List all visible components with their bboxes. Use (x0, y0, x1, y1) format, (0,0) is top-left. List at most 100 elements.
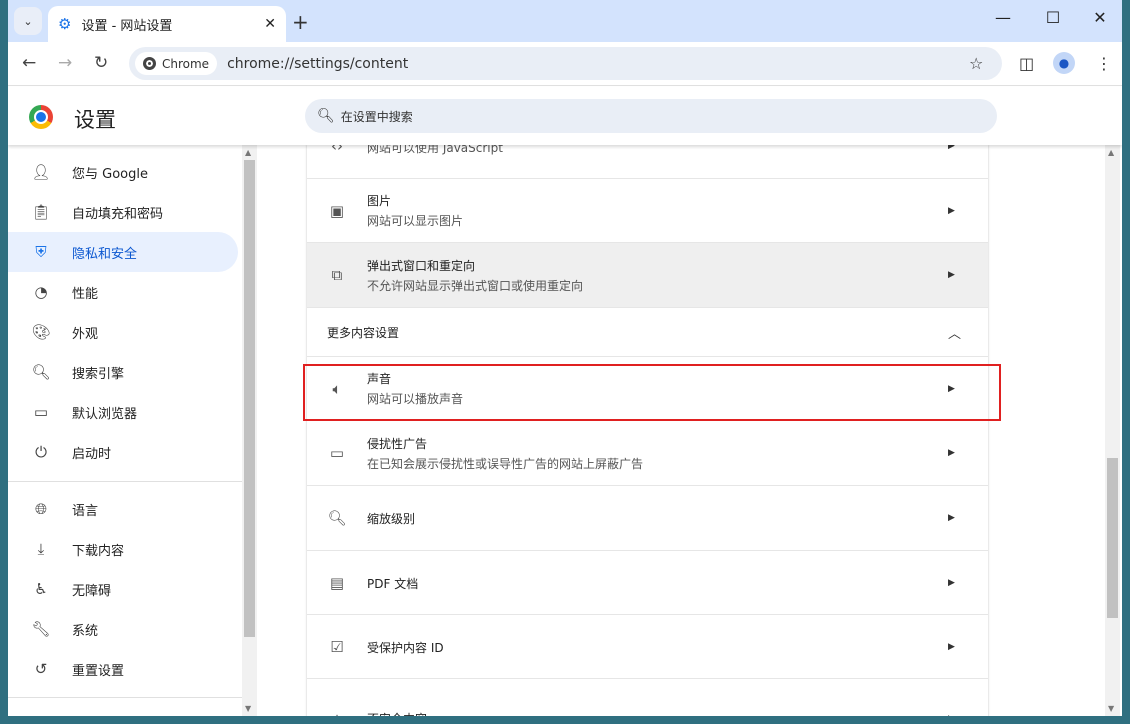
sidebar-item-label: 默认浏览器 (72, 406, 138, 422)
sidebar-item[interactable]: 📋︎ 自动填充和密码 (8, 192, 238, 232)
shield-icon: ⛨ (35, 243, 47, 261)
scroll-down-arrow-icon[interactable]: ▼ (1108, 704, 1114, 713)
content-setting-row[interactable]: ▣ 图片 网站可以显示图片 ▶ (307, 178, 988, 242)
sidebar-item-label: 外观 (72, 326, 99, 342)
scroll-down-arrow-icon[interactable]: ▼ (245, 704, 251, 713)
sidebar-item[interactable]: ↺ 重置设置 (8, 649, 238, 689)
content-settings-card: ‹› 网站可以使用 JavaScript ▶ ▣ 图片 网站可以显示图片 ▶ ⧉ 弹出式窗口和重… (307, 113, 988, 716)
sidebar-scrollbar[interactable]: ▲ ▼ (242, 145, 257, 716)
content-setting-row[interactable]: ▤ PDF 文档 ▶ (307, 550, 988, 615)
chevron-right-icon: ▶ (948, 205, 955, 216)
chrome-logo (29, 105, 53, 129)
chip-label: Chrome (162, 56, 210, 71)
wrench-icon: 🔧︎ (31, 620, 51, 638)
side-panel-icon[interactable]: ◫ (1019, 54, 1034, 73)
new-tab-button[interactable]: + (292, 10, 309, 34)
search-icon: 🔍︎ (31, 363, 51, 381)
chevron-right-icon: ▶ (948, 513, 955, 523)
main-scrollbar[interactable]: ▲ ▼ (1105, 145, 1120, 716)
chevron-right-icon: ▶ (948, 270, 955, 280)
url-text[interactable]: chrome://settings/content (227, 56, 408, 72)
section-label: 更多内容设置 (327, 325, 400, 340)
sidebar-item[interactable]: ◔ 性能 (8, 272, 238, 312)
address-bar[interactable]: Chrome chrome://settings/content (129, 47, 1002, 80)
tab-settings[interactable]: ⚙ 设置 - 网站设置 ✕ (48, 6, 286, 42)
tab-search-button[interactable]: ⌄ (14, 7, 42, 35)
pdf-icon: ▤ (329, 574, 345, 592)
scroll-up-arrow-icon[interactable]: ▲ (245, 148, 251, 157)
row-title: 弹出式窗口和重定向 (367, 258, 476, 273)
image-icon: ▣ (329, 201, 345, 220)
person-icon: 👤︎ (31, 163, 51, 181)
content-setting-row[interactable]: ⧉ 弹出式窗口和重定向不允许网站显示弹出式窗口或使用重定向 ▶ (307, 242, 988, 307)
clipboard-icon: 📋︎ (31, 203, 51, 221)
accessibility-icon: ♿︎ (34, 580, 48, 598)
row-subtitle: 网站可以显示图片 (367, 214, 464, 228)
globe-icon: 🌐︎ (34, 500, 47, 518)
bookmark-star-icon[interactable]: ☆ (969, 54, 983, 73)
tab-title: 设置 - 网站设置 (81, 18, 173, 34)
page-title: 设置 (74, 108, 116, 132)
settings-search-input[interactable]: 🔍︎ 在设置中搜索 (305, 99, 997, 133)
sidebar-item[interactable]: ⛨ 隐私和安全 (8, 232, 238, 272)
reload-button[interactable]: ↻ (94, 53, 108, 73)
sidebar-item-label: 自动填充和密码 (72, 206, 164, 222)
menu-icon[interactable]: ⋮ (1096, 54, 1112, 73)
sidebar-item[interactable]: ⏻ 启动时 (8, 432, 238, 472)
close-window-button[interactable]: ✕ (1090, 8, 1110, 27)
content-setting-row[interactable]: ▲ 不安全内容▶ (307, 678, 988, 716)
chevron-right-icon: ▶ (948, 714, 968, 717)
row-title: 不安全内容 (367, 710, 948, 716)
chevron-right-icon: ▶ (948, 642, 955, 652)
forward-button[interactable]: → (58, 53, 72, 73)
sidebar-item-label: 系统 (72, 623, 99, 639)
minimize-button[interactable]: — (993, 8, 1013, 27)
browser-icon: ▭ (33, 403, 49, 421)
toolbar: ← → ↻ Chrome chrome://settings/content ☆… (8, 42, 1122, 86)
content-setting-row[interactable]: ☑ 受保护内容 ID ▶ (307, 614, 988, 679)
gear-icon: ⚙ (58, 15, 72, 33)
row-title: 侵扰性广告 (367, 436, 428, 451)
sidebar-item[interactable]: ⤓ 下载内容 (8, 529, 238, 569)
sidebar-item[interactable]: 👤︎ 您与 Google (8, 152, 238, 192)
sidebar-item-label: 隐私和安全 (72, 246, 138, 262)
scrollbar-thumb[interactable] (244, 160, 255, 637)
sidebar-item[interactable]: ♿︎ 无障碍 (8, 569, 238, 609)
content-setting-row[interactable]: 🔍︎ 缩放级别 ▶ (307, 485, 988, 550)
search-icon: 🔍︎ (317, 108, 335, 124)
protected-content-icon: ☑ (330, 638, 344, 656)
sidebar-item-label: 重置设置 (72, 663, 125, 679)
sidebar-item[interactable]: 🎨︎ 外观 (8, 312, 238, 352)
chevron-up-icon: ︿ (948, 326, 962, 342)
row-subtitle: 在已知会展示侵扰性或误导性广告的网站上屏蔽广告 (367, 456, 644, 471)
sidebar-item-label: 启动时 (72, 446, 112, 462)
palette-icon: 🎨︎ (31, 323, 51, 341)
chevron-right-icon: ▶ (948, 448, 955, 458)
sidebar-item[interactable]: 🌐︎ 语言 (8, 489, 238, 529)
warning-icon: ▲ (327, 710, 347, 717)
browser-window: ⌄ ⚙ 设置 - 网站设置 ✕ + — ☐ ✕ ← → ↻ Chrome chr… (8, 0, 1122, 716)
chrome-icon (143, 57, 156, 70)
highlight-box (303, 364, 1001, 421)
sidebar-item-label: 下载内容 (72, 543, 125, 559)
more-content-settings-toggle[interactable]: 更多内容设置 ︿ (307, 307, 988, 356)
sidebar-item[interactable]: ▭ 默认浏览器 (8, 392, 238, 432)
sidebar-item-label: 语言 (72, 503, 99, 519)
site-info-chip[interactable]: Chrome (135, 52, 218, 75)
sidebar-item[interactable]: 🔧︎ 系统 (8, 609, 238, 649)
scrollbar-thumb[interactable] (1107, 458, 1118, 618)
chevron-right-icon: ▶ (948, 578, 955, 588)
power-icon: ⏻ (35, 443, 47, 461)
open-in-new-icon: ⧉ (331, 266, 343, 284)
sidebar-item[interactable]: 🔍︎ 搜索引擎 (8, 352, 238, 392)
window-icon: ▭ (329, 444, 345, 462)
scroll-up-arrow-icon[interactable]: ▲ (1108, 148, 1114, 157)
profile-avatar[interactable]: ● (1053, 52, 1075, 74)
sidebar-item-label: 无障碍 (72, 583, 112, 599)
back-button[interactable]: ← (22, 53, 36, 73)
sidebar-item-label: 您与 Google (72, 166, 148, 182)
row-subtitle: 不允许网站显示弹出式窗口或使用重定向 (367, 278, 584, 293)
content-setting-row[interactable]: ▭ 侵扰性广告在已知会展示侵扰性或误导性广告的网站上屏蔽广告 ▶ (307, 420, 988, 485)
close-tab-icon[interactable]: ✕ (264, 16, 276, 32)
maximize-button[interactable]: ☐ (1043, 8, 1063, 27)
